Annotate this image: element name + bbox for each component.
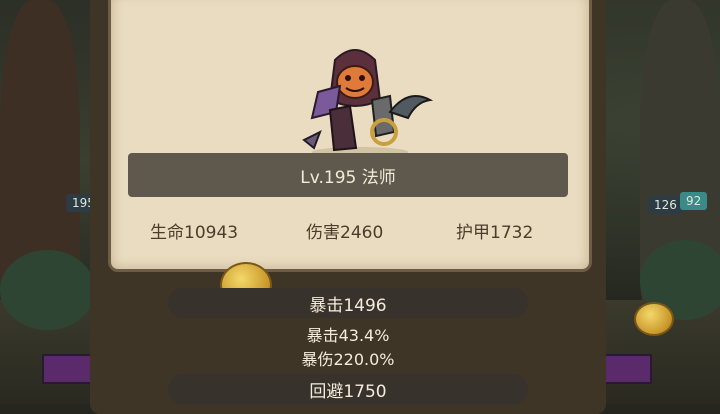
- right-level-badge: 126: [648, 196, 683, 214]
- right-level-badge-2: 92: [680, 192, 708, 210]
- left-purple-bar: [42, 354, 96, 384]
- hero-level-class: Lv.195 法师: [128, 153, 568, 197]
- crit-value-pill: 暴击1496: [168, 288, 528, 318]
- stat-damage: 伤害2460: [306, 223, 384, 243]
- bush-left: [0, 250, 95, 330]
- stat-armor: 护甲1732: [456, 223, 534, 243]
- crit-rate-text: 暴击43.4%: [306, 326, 390, 345]
- stat-hp: 生命10943: [150, 223, 239, 243]
- crit-damage-text: 暴伤220.0%: [301, 350, 395, 369]
- hero-sprite: [302, 49, 434, 157]
- dodge-value-pill: 回避1750: [168, 374, 528, 404]
- right-bg-coin: [634, 302, 674, 336]
- right-purple-bar: [604, 354, 652, 384]
